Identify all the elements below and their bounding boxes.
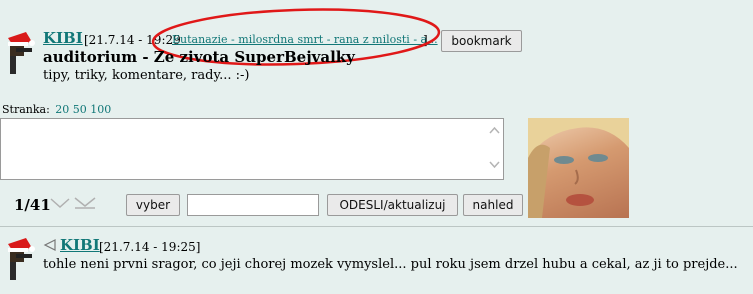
paging-label: Stranka: [2, 103, 50, 116]
header-username-link[interactable]: KIBI [43, 29, 83, 47]
scroll-arrows [489, 126, 500, 169]
auditorium-subtitle: tipy, triky, komentare, rady... :-) [43, 68, 250, 83]
reply-arrow-icon[interactable] [43, 239, 57, 251]
post-text: tohle neni prvni sragor, co jeji chorej … [43, 257, 738, 272]
filter-input[interactable] [187, 194, 319, 216]
separator [0, 226, 753, 227]
arrow-down-double-icon[interactable] [74, 196, 96, 210]
post-username-link[interactable]: KIBI [60, 236, 100, 254]
message-textarea[interactable] [0, 118, 504, 180]
paging-option-20[interactable]: 20 [55, 103, 69, 116]
post-timestamp: [21.7.14 - 19:25] [99, 240, 201, 254]
preview-button[interactable]: nahled [463, 194, 523, 216]
auditorium-title: auditorium - Ze zivota SuperBejvalky [43, 48, 355, 66]
scroll-up-icon[interactable] [489, 126, 500, 134]
user-avatar[interactable] [2, 30, 36, 76]
textarea-scrollbar[interactable] [486, 119, 503, 179]
scroll-down-icon[interactable] [489, 161, 500, 169]
santa-gun-avatar-icon [8, 238, 35, 280]
bookmark-button[interactable]: bookmark [441, 30, 522, 52]
post-avatar[interactable] [2, 236, 36, 282]
page-indicator: 1/41 [14, 196, 51, 214]
paging-bar: Stranka: 20 50 100 [2, 103, 111, 116]
santa-gun-avatar-icon [8, 32, 35, 74]
paging-option-100[interactable]: 100 [90, 103, 111, 116]
arrow-down-icon[interactable] [50, 197, 70, 209]
paging-option-50[interactable]: 50 [73, 103, 87, 116]
send-update-button[interactable]: ODESLI/aktualizuj [327, 194, 458, 216]
vyber-button[interactable]: vyber [126, 194, 180, 216]
profile-photo [528, 118, 629, 218]
